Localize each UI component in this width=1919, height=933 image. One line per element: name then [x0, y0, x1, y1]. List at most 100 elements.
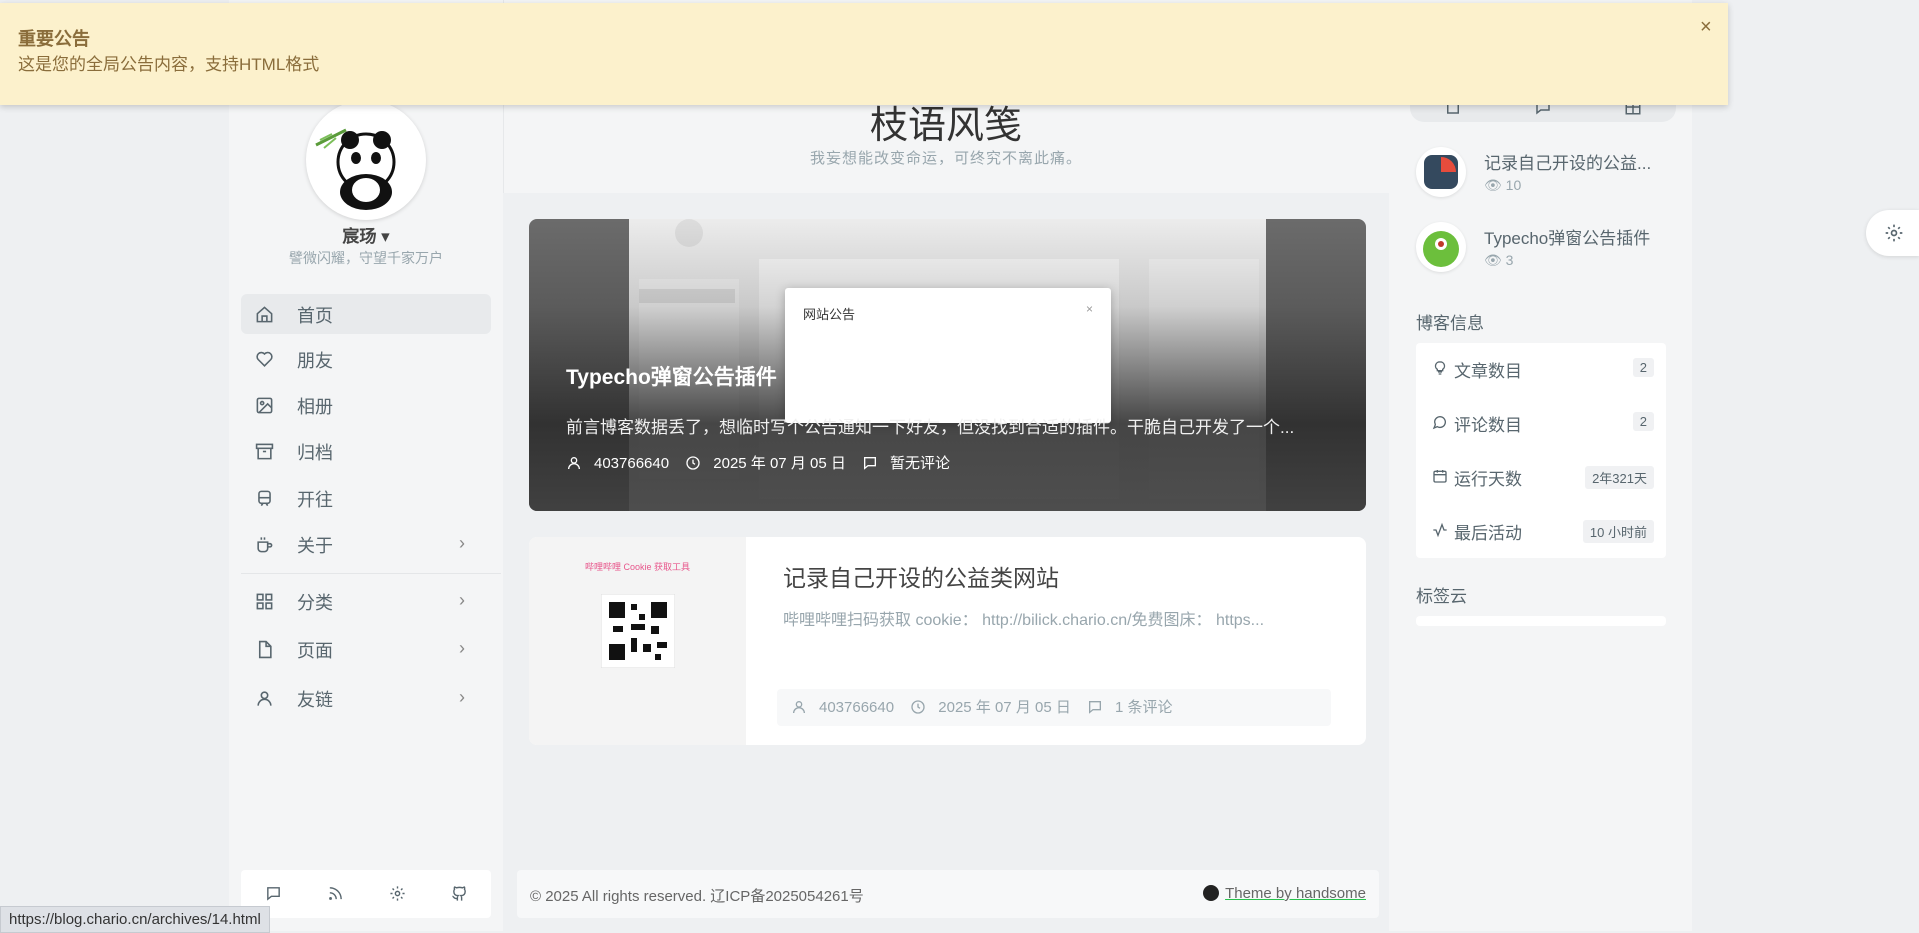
- nav-label: 朋友: [297, 351, 333, 371]
- info-row-comments: 评论数目 2: [1432, 403, 1654, 443]
- popup-preview: 网站公告 ×: [785, 288, 1111, 423]
- gear-icon[interactable]: [389, 885, 406, 902]
- calendar-icon: [1433, 470, 1447, 483]
- status-url: https://blog.chario.cn/archives/14.html: [0, 906, 270, 933]
- eye-icon: 👁: [1484, 177, 1506, 193]
- theme-label: Theme by handsome: [1225, 885, 1366, 902]
- blog-info-title: 博客信息: [1416, 314, 1484, 333]
- comment-icon: [1432, 416, 1446, 430]
- thumb-caption: 哔哩哔哩 Cookie 获取工具: [584, 562, 691, 572]
- user-icon: [257, 691, 272, 706]
- nav-item-archive[interactable]: 归档: [241, 431, 491, 471]
- hot-post-item[interactable]: 记录自己开设的公益... 👁 10: [1416, 147, 1676, 207]
- chevron-right-icon: ›: [459, 533, 465, 553]
- chevron-right-icon: ›: [459, 638, 465, 658]
- settings-toggle[interactable]: [1866, 210, 1919, 256]
- heart-icon: [256, 351, 273, 367]
- info-label: 运行天数: [1454, 470, 1522, 489]
- hot-post-title[interactable]: 记录自己开设的公益...: [1484, 149, 1664, 174]
- post-thumb: [1416, 147, 1466, 197]
- nav-label: 开往: [297, 490, 333, 510]
- info-row-posts: 文章数目 2: [1432, 349, 1654, 389]
- info-badge: 2年321天: [1585, 466, 1654, 489]
- post-excerpt: 哔哩哔哩扫码获取 cookie： http://bilick.chario.cn…: [783, 612, 1265, 629]
- user-name[interactable]: 宸玚 ▾: [229, 222, 503, 247]
- page-footer: © 2025 All rights reserved. 辽ICP备2025054…: [517, 870, 1379, 918]
- chevron-right-icon: ›: [459, 687, 465, 707]
- info-badge: 2: [1632, 412, 1654, 431]
- qr-code-image: [601, 594, 675, 668]
- blog-info-card: 文章数目 2 评论数目 2 运行天数 2年321天 最后活动 10 小时前: [1416, 343, 1666, 558]
- hot-post-item[interactable]: Typecho弹窗公告插件 👁 3: [1416, 222, 1676, 282]
- post-title[interactable]: Typecho弹窗公告插件: [566, 361, 777, 391]
- nav-item-pages[interactable]: 页面 ›: [241, 629, 491, 669]
- grid-icon: [256, 593, 273, 610]
- post-comments[interactable]: 暂无评论: [890, 455, 950, 472]
- chat-icon[interactable]: [265, 885, 282, 902]
- comment-icon: [1089, 701, 1102, 714]
- featured-post-card[interactable]: 网站公告 × Typecho弹窗公告插件 前言博客数据丢了，想临时写个公告通知一…: [529, 219, 1366, 511]
- train-icon: [258, 490, 271, 507]
- sidebar-footer: [241, 870, 491, 918]
- nav-label: 归档: [297, 443, 333, 463]
- nav-item-links[interactable]: 友链 ›: [241, 678, 491, 718]
- nav-item-home[interactable]: 首页: [241, 294, 491, 334]
- post-title[interactable]: 记录自己开设的公益类网站: [783, 559, 1059, 593]
- nav-item-album[interactable]: 相册: [241, 385, 491, 425]
- eye-icon: 👁: [1484, 252, 1506, 268]
- theme-icon: [1203, 885, 1220, 901]
- github-icon[interactable]: [451, 885, 468, 902]
- hot-post-title[interactable]: Typecho弹窗公告插件: [1484, 224, 1664, 249]
- clock-icon: [686, 456, 700, 470]
- post-date: 2025 年 07 月 05 日: [713, 455, 846, 472]
- nav-label: 首页: [297, 306, 333, 326]
- nav-divider: [241, 573, 501, 574]
- nav-item-categories[interactable]: 分类 ›: [241, 581, 491, 621]
- nav-item-about[interactable]: 关于 ›: [241, 524, 491, 564]
- nav-label: 相册: [297, 397, 333, 417]
- global-notice: 重要公告 这是您的全局公告内容，支持HTML格式 ×: [0, 3, 1728, 105]
- close-icon[interactable]: ×: [1700, 16, 1712, 39]
- avatar[interactable]: [306, 100, 426, 220]
- post-author[interactable]: 403766640: [594, 455, 669, 472]
- file-icon: [258, 640, 272, 659]
- image-icon: [256, 397, 273, 414]
- view-count: 👁 10: [1484, 177, 1522, 193]
- user-icon: [793, 701, 805, 714]
- notice-body: 这是您的全局公告内容，支持HTML格式: [18, 55, 320, 74]
- gear-icon: [1885, 224, 1903, 242]
- post-card[interactable]: 哔哩哔哩 Cookie 获取工具 记录自己开设的公益类网站 哔哩哔哩扫码获取 c…: [529, 537, 1366, 745]
- info-badge: 10 小时前: [1582, 520, 1654, 543]
- nav-label: 分类: [297, 593, 333, 613]
- post-author[interactable]: 403766640: [819, 699, 894, 716]
- site-subtitle: 我妄想能改变命运，可终究不离此痛。: [809, 150, 1082, 167]
- info-row-uptime: 运行天数 2年321天: [1432, 457, 1654, 497]
- nav-item-friends[interactable]: 朋友: [241, 339, 491, 379]
- comment-icon: [864, 457, 877, 470]
- post-meta: 403766640 2025 年 07 月 05 日 暂无评论: [566, 452, 950, 473]
- activity-icon: [1433, 522, 1447, 538]
- popup-title: 网站公告: [803, 307, 856, 322]
- user-motto: 譬微闪耀，守望千家万户: [289, 250, 443, 266]
- info-row-last-activity: 最后活动 10 小时前: [1432, 511, 1654, 551]
- bulb-icon: [1434, 361, 1446, 375]
- post-thumb: [1416, 222, 1466, 272]
- archive-icon: [255, 443, 274, 460]
- post-excerpt: 前言博客数据丢了，想临时写个公告通知一下好友，但没找到合适的插件。干脆自己开发了…: [566, 418, 1295, 437]
- chevron-right-icon: ›: [459, 590, 465, 610]
- nav-label: 页面: [297, 641, 333, 661]
- info-badge: 2: [1632, 358, 1654, 377]
- tag-cloud-card: [1416, 616, 1666, 626]
- post-comments[interactable]: 1 条评论: [1115, 699, 1173, 716]
- tag-cloud-title: 标签云: [1416, 587, 1467, 606]
- coffee-icon: [257, 537, 273, 553]
- user-icon: [568, 457, 580, 470]
- notice-title: 重要公告: [18, 29, 90, 49]
- nav-label: 友链: [297, 690, 333, 710]
- nav-item-travelling[interactable]: 开往: [241, 478, 491, 518]
- nav-label: 关于: [297, 536, 333, 556]
- rss-icon[interactable]: [327, 885, 344, 902]
- post-thumbnail[interactable]: 哔哩哔哩 Cookie 获取工具: [529, 537, 746, 745]
- footer-copyright[interactable]: © 2025 All rights reserved. 辽ICP备2025054…: [530, 885, 864, 906]
- theme-link[interactable]: Theme by handsome: [1203, 885, 1366, 902]
